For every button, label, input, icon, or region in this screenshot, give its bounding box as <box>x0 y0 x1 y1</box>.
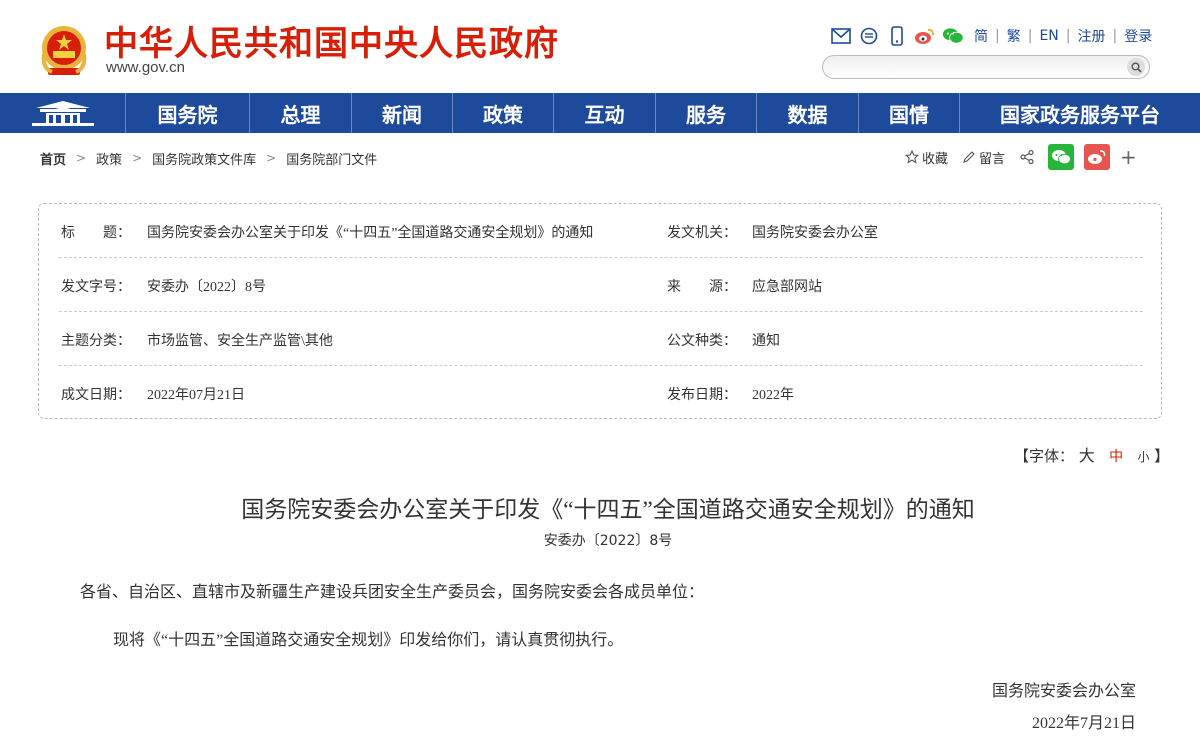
chevron-right-icon: > <box>266 151 277 165</box>
nav-item-news[interactable]: 新闻 <box>352 93 453 133</box>
info-label-written-date: 成文日期： <box>61 388 131 403</box>
nav-item-policy[interactable]: 政策 <box>453 93 554 133</box>
info-row: 标 题： 国务院安委会办公室关于印发《“十四五”全国道路交通安全规划》的通知 发… <box>59 204 1143 258</box>
signature-organization: 国务院安委会办公室 <box>991 683 1136 700</box>
info-row: 主题分类： 市场监管、安全生产监管\其他 公文种类： 通知 <box>59 312 1143 366</box>
link-login[interactable]: 登录 <box>1124 26 1152 46</box>
weibo-icon[interactable] <box>914 25 936 47</box>
article-title: 国务院安委会办公室关于印发《“十四五”全国道路交通安全规划》的通知 <box>241 497 975 522</box>
article-tools: 收藏 留言 + <box>905 144 1137 170</box>
site-header: 中华人民共和国中央人民政府 www.gov.cn 简 | 繁 | EN | 注册… <box>0 0 1200 93</box>
wechat-icon <box>1052 150 1071 165</box>
pencil-icon <box>963 151 975 163</box>
font-size-medium-button[interactable]: 中 <box>1109 449 1123 465</box>
info-value-issuer: 国务院安委会办公室 <box>752 226 878 241</box>
wechat-icon[interactable] <box>942 25 964 47</box>
info-value-source: 应急部网站 <box>752 280 822 295</box>
info-label-category: 主题分类： <box>61 334 131 349</box>
national-emblem-logo[interactable] <box>38 24 90 78</box>
nav-item-national-conditions[interactable]: 国情 <box>859 93 960 133</box>
info-value-title: 国务院安委会办公室关于印发《“十四五”全国道路交通安全规划》的通知 <box>147 226 594 241</box>
info-label-source: 来 源： <box>667 280 737 295</box>
site-name[interactable]: 中华人民共和国中央人民政府 <box>104 16 559 65</box>
article-paragraph: 各省、自治区、直辖市及新疆生产建设兵团安全生产委员会，国务院安委会各成员单位： <box>80 584 705 601</box>
info-row: 发文字号： 安委办〔2022〕8号 来 源： 应急部网站 <box>59 258 1143 312</box>
info-row: 成文日期： 2022年07月21日 发布日期： 2022年 <box>59 366 1143 420</box>
info-label-publish-date: 发布日期： <box>667 388 737 403</box>
nav-home-icon[interactable] <box>0 93 126 133</box>
nav-item-premier[interactable]: 总理 <box>250 93 352 133</box>
mail-icon[interactable] <box>830 25 852 47</box>
nav-item-state-council[interactable]: 国务院 <box>126 93 250 133</box>
breadcrumb-home[interactable]: 首页 <box>40 149 66 168</box>
share-icon <box>1020 149 1034 165</box>
info-label-doc-type: 公文种类： <box>667 334 737 349</box>
info-value-publish-date: 2022年 <box>752 388 794 403</box>
link-separator: | <box>1065 28 1071 44</box>
share-wechat-button[interactable] <box>1048 144 1075 170</box>
breadcrumb-policy[interactable]: 政策 <box>96 149 122 168</box>
breadcrumb-policy-library[interactable]: 国务院政策文件库 <box>152 149 256 168</box>
link-english[interactable]: EN <box>1039 28 1058 44</box>
link-traditional[interactable]: 繁 <box>1007 26 1021 46</box>
mobile-icon[interactable] <box>886 25 908 47</box>
breadcrumb: 首页 > 政策 > 国务院政策文件库 > 国务院部门文件 <box>40 149 377 167</box>
breadcrumb-department-files[interactable]: 国务院部门文件 <box>286 149 377 168</box>
star-icon <box>905 150 919 164</box>
link-register[interactable]: 注册 <box>1077 26 1105 46</box>
info-value-written-date: 2022年07月21日 <box>147 388 245 403</box>
document-info-box: 标 题： 国务院安委会办公室关于印发《“十四五”全国道路交通安全规划》的通知 发… <box>38 203 1162 419</box>
main-nav: 国务院 总理 新闻 政策 互动 服务 数据 国情 国家政务服务平台 <box>0 93 1200 133</box>
search-input[interactable] <box>833 58 1123 76</box>
info-value-category: 市场监管、安全生产监管\其他 <box>147 334 333 349</box>
search-box <box>822 55 1150 79</box>
comment-button[interactable]: 留言 <box>962 148 1005 167</box>
link-simplified[interactable]: 简 <box>974 26 988 46</box>
font-size-close: 】 <box>1154 447 1170 465</box>
site-url[interactable]: www.gov.cn <box>106 59 185 76</box>
info-label-title: 标 题： <box>61 226 131 241</box>
search-icon <box>1131 62 1142 73</box>
favorite-button[interactable]: 收藏 <box>905 148 948 167</box>
font-size-small-button[interactable]: 小 <box>1137 450 1149 464</box>
weibo-icon <box>1088 150 1106 164</box>
font-size-large-button[interactable]: 大 <box>1079 446 1095 465</box>
font-size-selector: 【字体： 大 中 小 】 <box>1014 442 1169 466</box>
link-separator: | <box>995 28 1000 44</box>
share-button[interactable] <box>1019 149 1038 165</box>
nav-item-service-platform[interactable]: 国家政务服务平台 <box>960 93 1200 133</box>
info-label-issuer: 发文机关： <box>667 226 737 241</box>
nav-item-interaction[interactable]: 互动 <box>554 93 656 133</box>
info-value-doc-number: 安委办〔2022〕8号 <box>147 280 266 295</box>
article-doc-number: 安委办〔2022〕8号 <box>543 533 673 549</box>
link-separator: | <box>1112 28 1118 44</box>
info-value-doc-type: 通知 <box>752 334 780 349</box>
chevron-right-icon: > <box>76 151 87 165</box>
comment-label: 留言 <box>979 151 1006 167</box>
signature-date: 2022年7月21日 <box>1031 715 1136 732</box>
share-weibo-button[interactable] <box>1084 144 1111 170</box>
link-separator: | <box>1027 28 1033 44</box>
message-icon[interactable] <box>858 25 880 47</box>
info-label-doc-number: 发文字号： <box>61 280 131 295</box>
favorite-label: 收藏 <box>922 151 949 167</box>
chevron-right-icon: > <box>132 151 143 165</box>
nav-item-services[interactable]: 服务 <box>656 93 757 133</box>
font-size-open: 【字体： <box>1014 447 1075 465</box>
plus-icon[interactable]: + <box>1120 147 1137 167</box>
article-paragraph: 现将《“十四五”全国道路交通安全规划》印发给你们，请认真贯彻执行。 <box>113 632 624 649</box>
header-links: 简 | 繁 | EN | 注册 | 登录 <box>830 24 1152 48</box>
search-button[interactable] <box>1127 58 1145 76</box>
nav-item-data[interactable]: 数据 <box>757 93 859 133</box>
